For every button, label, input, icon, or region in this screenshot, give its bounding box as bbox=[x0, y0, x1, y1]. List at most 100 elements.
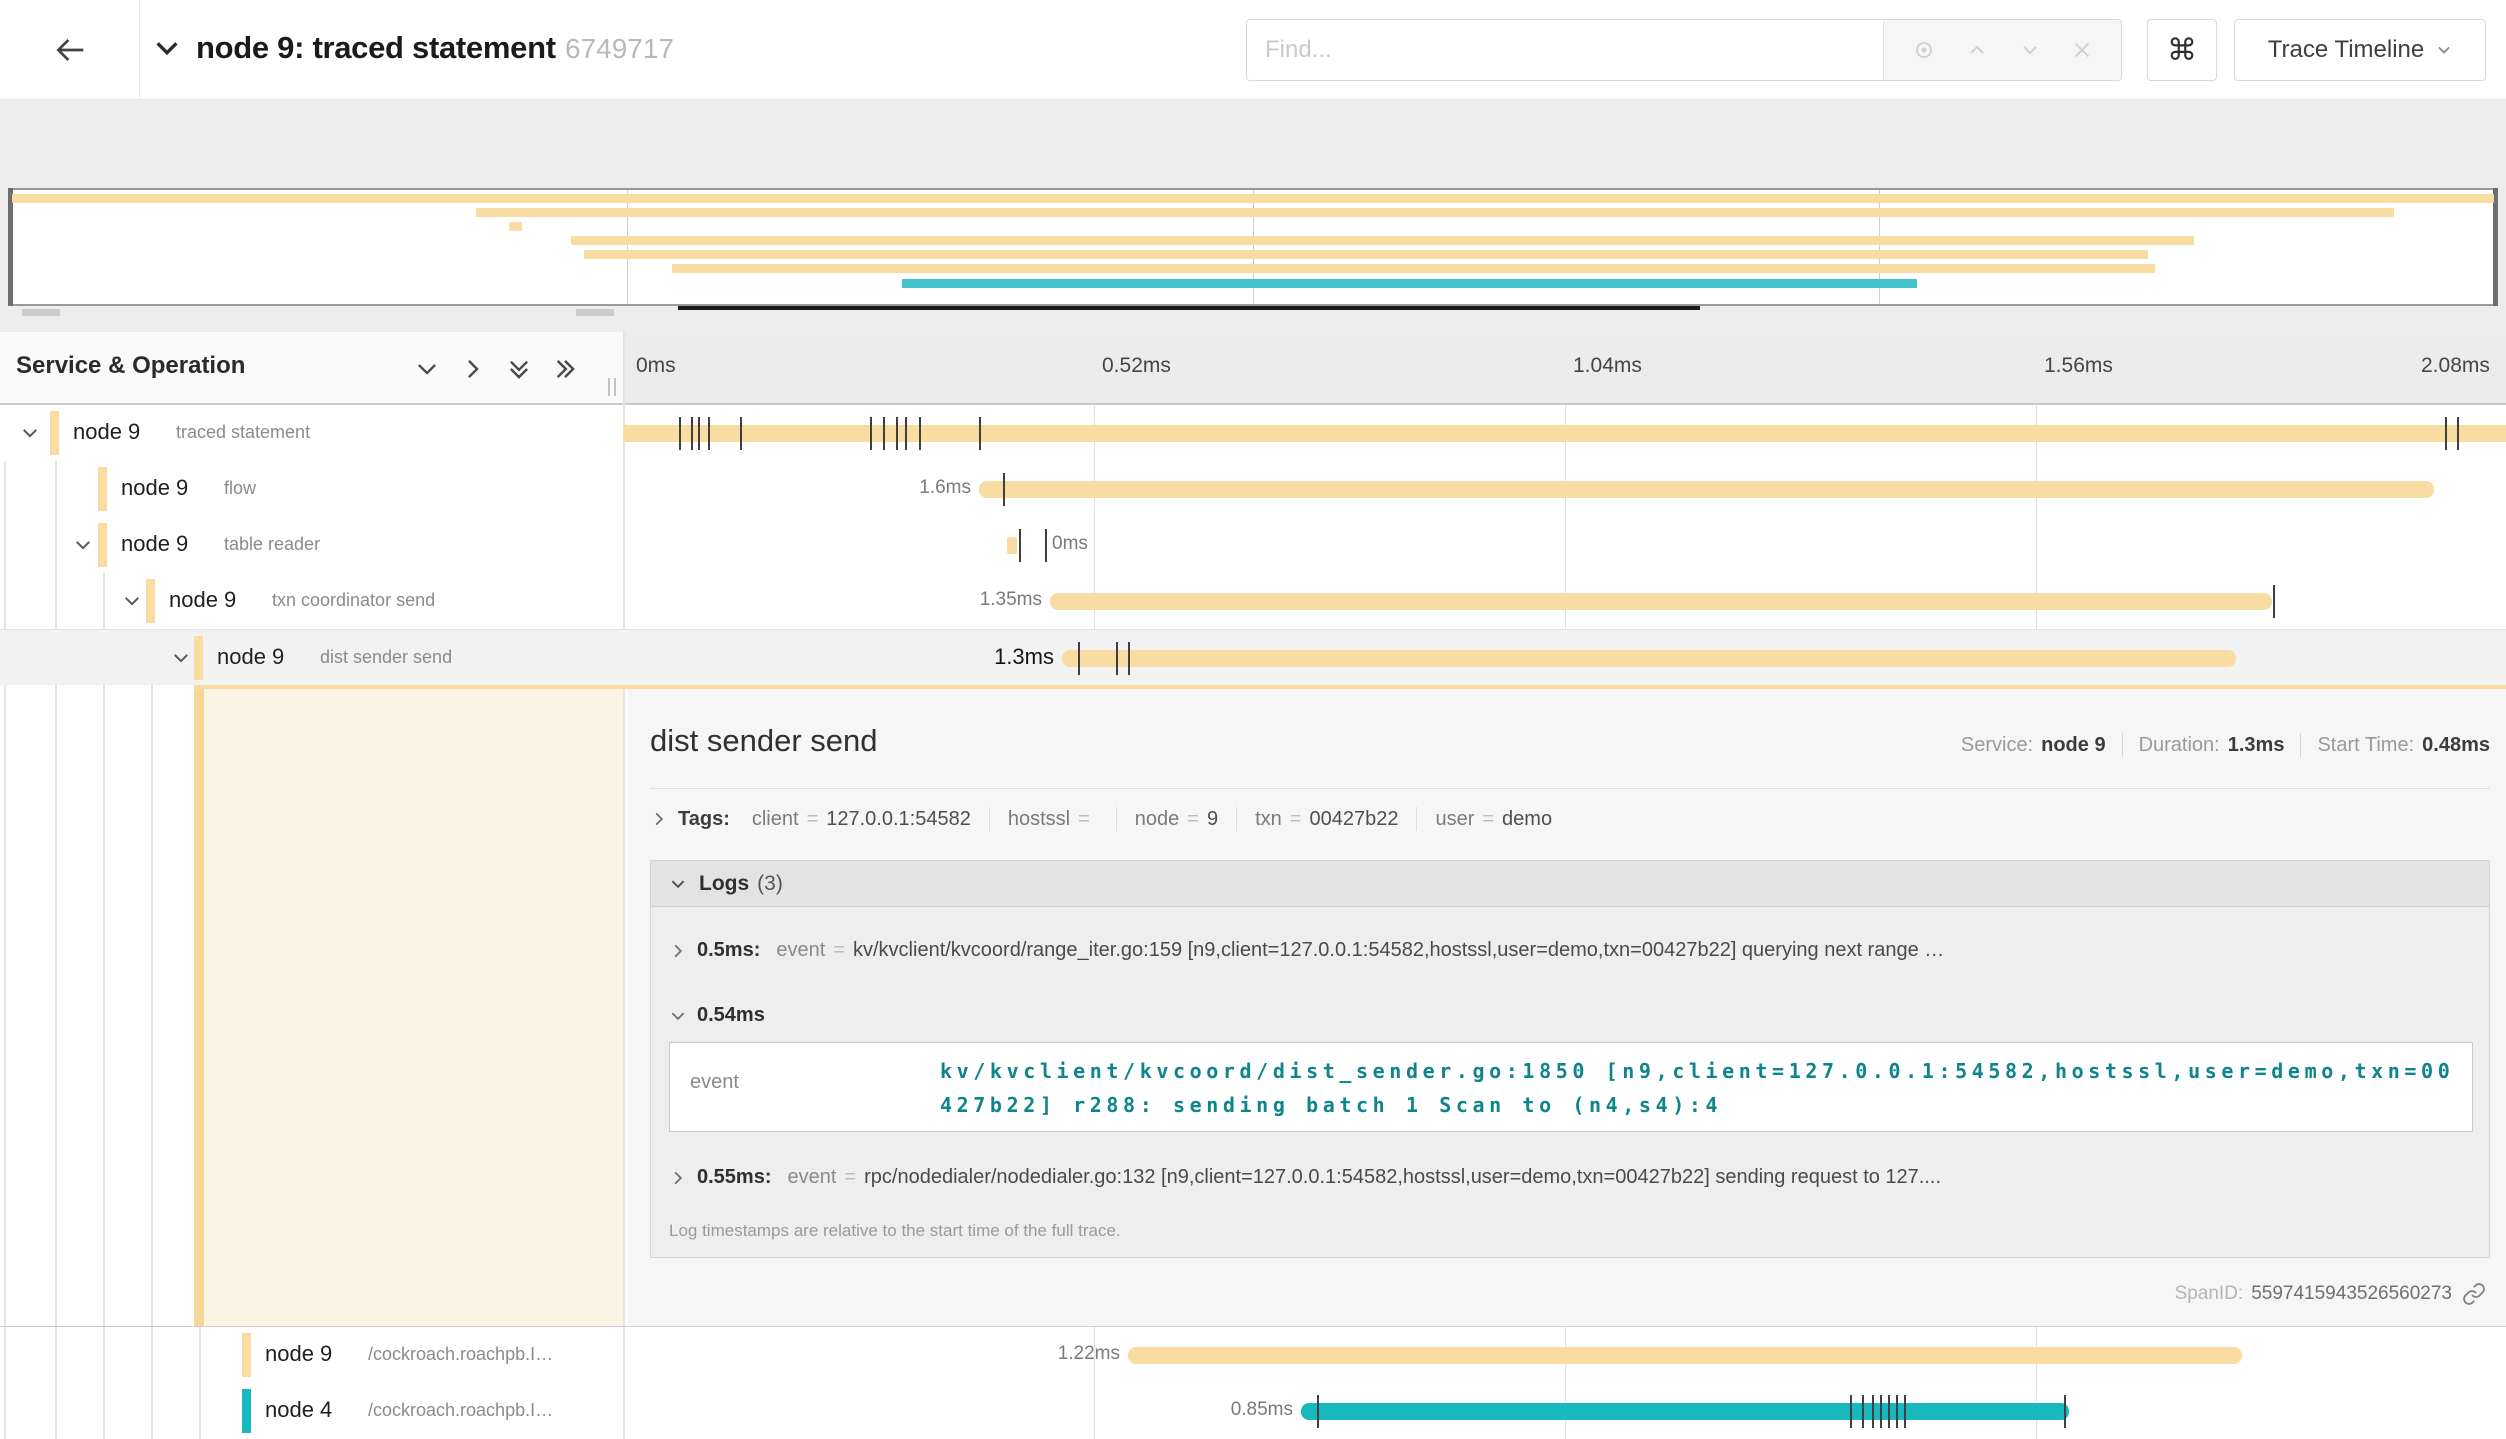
minimap-right-scrubber[interactable] bbox=[2493, 188, 2498, 306]
span-color-marker bbox=[194, 636, 203, 680]
keyboard-shortcuts-button[interactable]: ⌘ bbox=[2147, 19, 2217, 81]
event-field-value: kv/kvclient/kvcoord/dist_sender.go:1850 … bbox=[940, 1054, 2455, 1122]
chevron-down-icon bbox=[2436, 42, 2452, 58]
span-detail-panel: dist sender send Service: node 9 Duratio… bbox=[628, 689, 2506, 1327]
log-timestamp: 0.5ms: bbox=[697, 939, 760, 962]
timeline-tick: 1.56ms bbox=[2044, 354, 2113, 378]
span-color-marker bbox=[242, 1333, 251, 1377]
next-match-icon[interactable] bbox=[2018, 38, 2042, 62]
service-value: node 9 bbox=[2041, 734, 2105, 757]
span-bar[interactable] bbox=[1007, 537, 1017, 554]
span-detail-title: dist sender send bbox=[650, 723, 877, 759]
span-service[interactable]: node 9 bbox=[169, 587, 236, 613]
minimap-span-bar bbox=[571, 236, 2194, 245]
span-id-row: SpanID: 5597415943526560273 bbox=[2175, 1282, 2486, 1306]
timeline-tick: 2.08ms bbox=[2421, 354, 2490, 378]
find-input[interactable] bbox=[1247, 20, 1883, 80]
minimap-span-bar bbox=[672, 264, 2155, 273]
minimap-left-scrubber[interactable] bbox=[8, 188, 13, 306]
log-event-detail: event kv/kvclient/kvcoord/dist_sender.go… bbox=[669, 1042, 2473, 1132]
find-controls bbox=[1883, 20, 2121, 80]
timeline-tick: 0ms bbox=[636, 354, 676, 378]
minimap-span-bar bbox=[584, 250, 2148, 259]
span-operation[interactable]: traced statement bbox=[176, 422, 310, 443]
log-field-value: rpc/nodedialer/nodedialer.go:132 [n9,cli… bbox=[864, 1166, 1941, 1189]
trace-id: 6749717 bbox=[565, 33, 674, 65]
span-operation[interactable]: flow bbox=[224, 478, 256, 499]
chevron-right-icon bbox=[669, 1169, 687, 1187]
log-entry-expanded[interactable]: 0.54ms bbox=[669, 1004, 781, 1027]
span-bar[interactable] bbox=[1062, 650, 2236, 667]
back-button[interactable] bbox=[0, 0, 140, 100]
span-service[interactable]: node 9 bbox=[265, 1341, 332, 1367]
span-operation[interactable]: table reader bbox=[224, 534, 320, 555]
span-operation[interactable]: /cockroach.roachpb.I… bbox=[368, 1400, 553, 1421]
span-bar[interactable] bbox=[1128, 1347, 2242, 1364]
link-icon[interactable] bbox=[2462, 1282, 2486, 1306]
column-resize-grip[interactable] bbox=[608, 378, 620, 396]
span-row[interactable]: node 9 table reader 0ms bbox=[0, 517, 2506, 573]
span-row[interactable]: node 9 flow 1.6ms bbox=[0, 461, 2506, 517]
logs-header[interactable]: Logs (3) bbox=[651, 861, 2489, 907]
span-row-selected[interactable]: node 9 dist sender send 1.3ms bbox=[0, 629, 2506, 685]
span-operation[interactable]: txn coordinator send bbox=[272, 590, 435, 611]
minimap-span-bar bbox=[902, 279, 1917, 288]
prev-match-icon[interactable] bbox=[1965, 38, 1989, 62]
minimap-span-bar bbox=[12, 194, 2494, 203]
minimap-span-bar bbox=[509, 222, 522, 231]
span-service[interactable]: node 4 bbox=[265, 1397, 332, 1423]
tag-item: txn=00427b22 bbox=[1255, 808, 1398, 831]
duration-label: Duration: bbox=[2139, 734, 2220, 757]
minimap-selection-bar[interactable] bbox=[678, 306, 1700, 310]
chevron-down-icon[interactable] bbox=[122, 591, 142, 611]
timeline-tick: 1.04ms bbox=[1573, 354, 1642, 378]
tag-item: user=demo bbox=[1435, 808, 1552, 831]
log-timestamp: 0.55ms: bbox=[697, 1166, 772, 1189]
back-arrow-icon bbox=[50, 30, 90, 70]
minimap-grip[interactable] bbox=[22, 309, 60, 316]
tags-label: Tags: bbox=[678, 808, 730, 831]
page-title: node 9: traced statement bbox=[196, 30, 556, 66]
span-operation[interactable]: /cockroach.roachpb.I… bbox=[368, 1344, 553, 1365]
span-service[interactable]: node 9 bbox=[73, 419, 140, 445]
log-field-key: event bbox=[776, 939, 825, 962]
span-row[interactable]: node 4 /cockroach.roachpb.I… 0.85ms bbox=[0, 1383, 2506, 1439]
timeline-header-row: Service & Operation 0ms 0.52ms 1.04ms 1.… bbox=[0, 332, 2506, 405]
log-entry[interactable]: 0.5ms: event = kv/kvclient/kvcoord/range… bbox=[669, 939, 1944, 962]
chevron-down-icon[interactable] bbox=[171, 648, 191, 668]
title-collapse-icon[interactable] bbox=[150, 33, 184, 68]
focus-match-icon[interactable] bbox=[1912, 38, 1936, 62]
chevron-down-icon[interactable] bbox=[73, 535, 93, 555]
collapse-one-icon[interactable] bbox=[414, 356, 440, 382]
span-bar[interactable] bbox=[1301, 1403, 2069, 1420]
span-service[interactable]: node 9 bbox=[121, 475, 188, 501]
log-entry[interactable]: 0.55ms: event = rpc/nodedialer/nodediale… bbox=[669, 1166, 1941, 1189]
span-bar[interactable] bbox=[1050, 593, 2272, 610]
clear-search-icon[interactable] bbox=[2071, 39, 2093, 61]
find-box bbox=[1246, 19, 2122, 81]
span-duration-label: 1.3ms bbox=[924, 644, 1054, 670]
span-row[interactable]: node 9 txn coordinator send 1.35ms bbox=[0, 573, 2506, 629]
start-time-label: Start Time: bbox=[2317, 734, 2414, 757]
collapse-all-icon[interactable] bbox=[506, 356, 532, 382]
span-service[interactable]: node 9 bbox=[217, 644, 284, 670]
span-bar[interactable] bbox=[979, 481, 2434, 498]
span-row[interactable]: node 9 traced statement bbox=[0, 405, 2506, 461]
span-duration-label: 1.6ms bbox=[841, 477, 971, 499]
tags-row[interactable]: Tags: client=127.0.0.1:54582 hostssl= no… bbox=[650, 807, 1552, 831]
span-operation[interactable]: dist sender send bbox=[320, 647, 452, 668]
chevron-right-icon bbox=[669, 942, 687, 960]
tag-item: client=127.0.0.1:54582 bbox=[752, 808, 971, 831]
span-service[interactable]: node 9 bbox=[121, 531, 188, 557]
expand-one-icon[interactable] bbox=[460, 356, 486, 382]
view-selector-button[interactable]: Trace Timeline bbox=[2234, 19, 2486, 81]
span-row[interactable]: node 9 /cockroach.roachpb.I… 1.22ms bbox=[0, 1327, 2506, 1383]
logs-label: Logs bbox=[699, 872, 749, 896]
expand-all-icon[interactable] bbox=[552, 356, 578, 382]
chevron-down-icon bbox=[669, 875, 687, 893]
command-icon: ⌘ bbox=[2167, 33, 2197, 68]
span-id-label: SpanID: bbox=[2175, 1283, 2244, 1305]
minimap-grip[interactable] bbox=[576, 309, 614, 316]
chevron-down-icon[interactable] bbox=[20, 423, 40, 443]
service-label: Service: bbox=[1961, 734, 2033, 757]
